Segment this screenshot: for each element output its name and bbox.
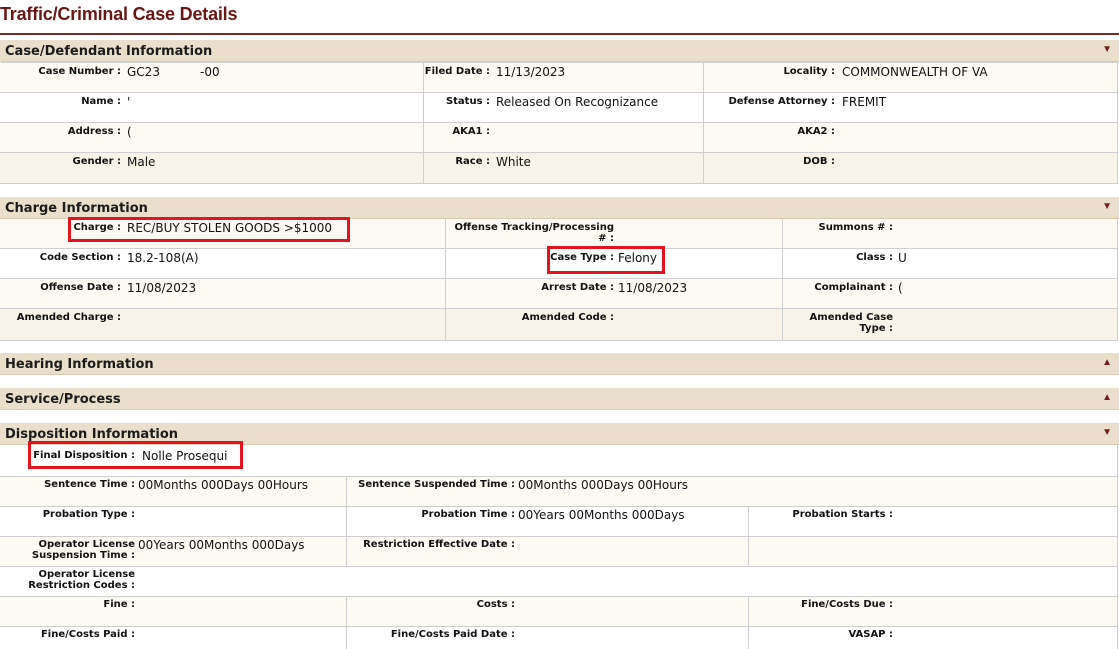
status-value: Released On Recognizance: [496, 95, 659, 109]
expand-arrow-icon[interactable]: ▲: [1102, 392, 1112, 403]
race-label: Race :: [455, 156, 490, 167]
final-disposition-highlight-box: [28, 441, 243, 469]
charge-section-title: Charge Information: [5, 201, 148, 216]
locality-value: COMMONWEALTH OF VA: [842, 65, 988, 79]
fine-costs-due-label: Fine/Costs Due :: [801, 599, 893, 610]
case-cell: [703, 123, 1117, 152]
costs-label: Costs :: [476, 599, 515, 610]
page-title: Traffic/Criminal Case Details: [0, 4, 238, 24]
code-section-label: Code Section :: [39, 252, 121, 263]
case-type-highlight-box: [547, 246, 665, 274]
name-label: Name :: [81, 96, 121, 107]
offense-tracking-label: Offense Tracking/Processing: [454, 222, 614, 233]
race-value: White: [496, 155, 531, 169]
name-value: ': [127, 95, 131, 109]
aka2-label: AKA2 :: [797, 126, 835, 137]
address-label: Address :: [67, 126, 121, 137]
address-value: (: [127, 125, 132, 139]
amended-charge-label: Amended Charge :: [16, 312, 121, 323]
ol-restriction-label-suffix: Restriction Codes :: [28, 580, 135, 591]
case-number-suffix: -00: [200, 65, 220, 79]
charge-highlight-box: [68, 217, 350, 242]
disposition-row: Sentence Time : 00Months 000Days 00Hours…: [0, 477, 1117, 507]
sentence-time-value: 00Months 000Days 00Hours: [138, 478, 309, 492]
case-number-label: Case Number :: [38, 66, 121, 77]
disposition-section-title: Disposition Information: [5, 427, 179, 442]
amended-code-label: Amended Code :: [521, 312, 614, 323]
probation-type-label: Probation Type :: [42, 509, 135, 520]
hearing-section-title: Hearing Information: [5, 357, 154, 372]
fine-costs-paid-label: Fine/Costs Paid :: [40, 629, 135, 640]
expand-arrow-icon[interactable]: ▲: [1102, 357, 1112, 368]
collapse-arrow-icon[interactable]: ▼: [1102, 44, 1112, 55]
collapse-arrow-icon[interactable]: ▼: [1102, 427, 1112, 438]
case-row: Gender : Male Race : White DOB :: [0, 153, 1117, 184]
case-number-value: GC23: [127, 65, 160, 79]
case-cell: [703, 153, 1117, 183]
disposition-row: Fine/Costs Paid : Fine/Costs Paid Date :…: [0, 627, 1117, 649]
offense-date-label: Offense Date :: [40, 282, 121, 293]
disposition-row: Fine : Costs : Fine/Costs Due :: [0, 597, 1117, 627]
case-section-header[interactable]: Case/Defendant Information ▼: [0, 40, 1119, 62]
charge-row: Offense Date : 11/08/2023 Arrest Date : …: [0, 279, 1117, 309]
arrest-date-label: Arrest Date :: [541, 282, 614, 293]
restriction-date-label: Restriction Effective Date :: [363, 539, 515, 550]
ol-suspension-value: 00Years 00Months 000Days: [138, 538, 305, 552]
locality-label: Locality :: [783, 66, 835, 77]
status-label: Status :: [445, 96, 490, 107]
ol-suspension-label-suffix: Suspension Time :: [31, 550, 135, 561]
probation-time-label: Probation Time :: [421, 509, 515, 520]
filed-date-label: Filed Date :: [424, 66, 490, 77]
service-section-title: Service/Process: [5, 392, 121, 407]
collapse-arrow-icon[interactable]: ▼: [1102, 201, 1112, 212]
complainant-label: Complainant :: [814, 282, 893, 293]
offense-tracking-label-suffix: # :: [598, 233, 614, 244]
case-row: Name : ' Status : Released On Recognizan…: [0, 93, 1117, 123]
disposition-cell: [137, 567, 138, 596]
sentence-suspended-label: Sentence Suspended Time :: [358, 479, 515, 490]
defense-attorney-label: Defense Attorney :: [728, 96, 835, 107]
fine-costs-paid-date-label: Fine/Costs Paid Date :: [390, 629, 515, 640]
complainant-value: (: [898, 281, 903, 295]
sentence-time-label: Sentence Time :: [44, 479, 135, 490]
hearing-section-header[interactable]: Hearing Information ▲: [0, 353, 1119, 375]
case-section-title: Case/Defendant Information: [5, 44, 213, 59]
defense-attorney-value: FREMIT: [842, 95, 887, 109]
summons-label: Summons # :: [818, 222, 893, 233]
sentence-suspended-value: 00Months 000Days 00Hours: [518, 478, 689, 492]
title-divider: [0, 33, 1119, 35]
class-value: U: [898, 251, 907, 265]
dob-label: DOB :: [803, 156, 835, 167]
charge-row: Amended Charge : Amended Code : Amended …: [0, 309, 1117, 341]
gender-label: Gender :: [72, 156, 121, 167]
code-section-value: 18.2-108(A): [127, 251, 199, 265]
probation-time-value: 00Years 00Months 000Days: [518, 508, 685, 522]
gender-value: Male: [127, 155, 156, 169]
disposition-cell: [748, 537, 1117, 566]
class-label: Class :: [856, 252, 893, 263]
offense-date-value: 11/08/2023: [127, 281, 197, 295]
filed-date-value: 11/13/2023: [496, 65, 566, 79]
case-row: Address : ( AKA1 : AKA2 :: [0, 123, 1117, 153]
amended-case-type-label-suffix: Type :: [859, 323, 893, 334]
case-row: Case Number : GC23 -00 Filed Date : 11/1…: [0, 63, 1117, 93]
service-section-header[interactable]: Service/Process ▲: [0, 388, 1119, 410]
charge-section-header[interactable]: Charge Information ▼: [0, 197, 1119, 219]
arrest-date-value: 11/08/2023: [618, 281, 688, 295]
disposition-cell: [346, 597, 748, 626]
vasap-label: VASAP :: [848, 629, 893, 640]
disposition-row: Probation Type : Probation Time : 00Year…: [0, 507, 1117, 537]
charge-cell: [782, 249, 1117, 278]
disposition-row: Operator License Restriction Codes :: [0, 567, 1117, 597]
aka1-label: AKA1 :: [452, 126, 490, 137]
fine-label: Fine :: [103, 599, 135, 610]
disposition-row: Operator License Suspension Time : 00Yea…: [0, 537, 1117, 567]
disposition-cell: [748, 627, 1117, 649]
probation-starts-label: Probation Starts :: [792, 509, 893, 520]
